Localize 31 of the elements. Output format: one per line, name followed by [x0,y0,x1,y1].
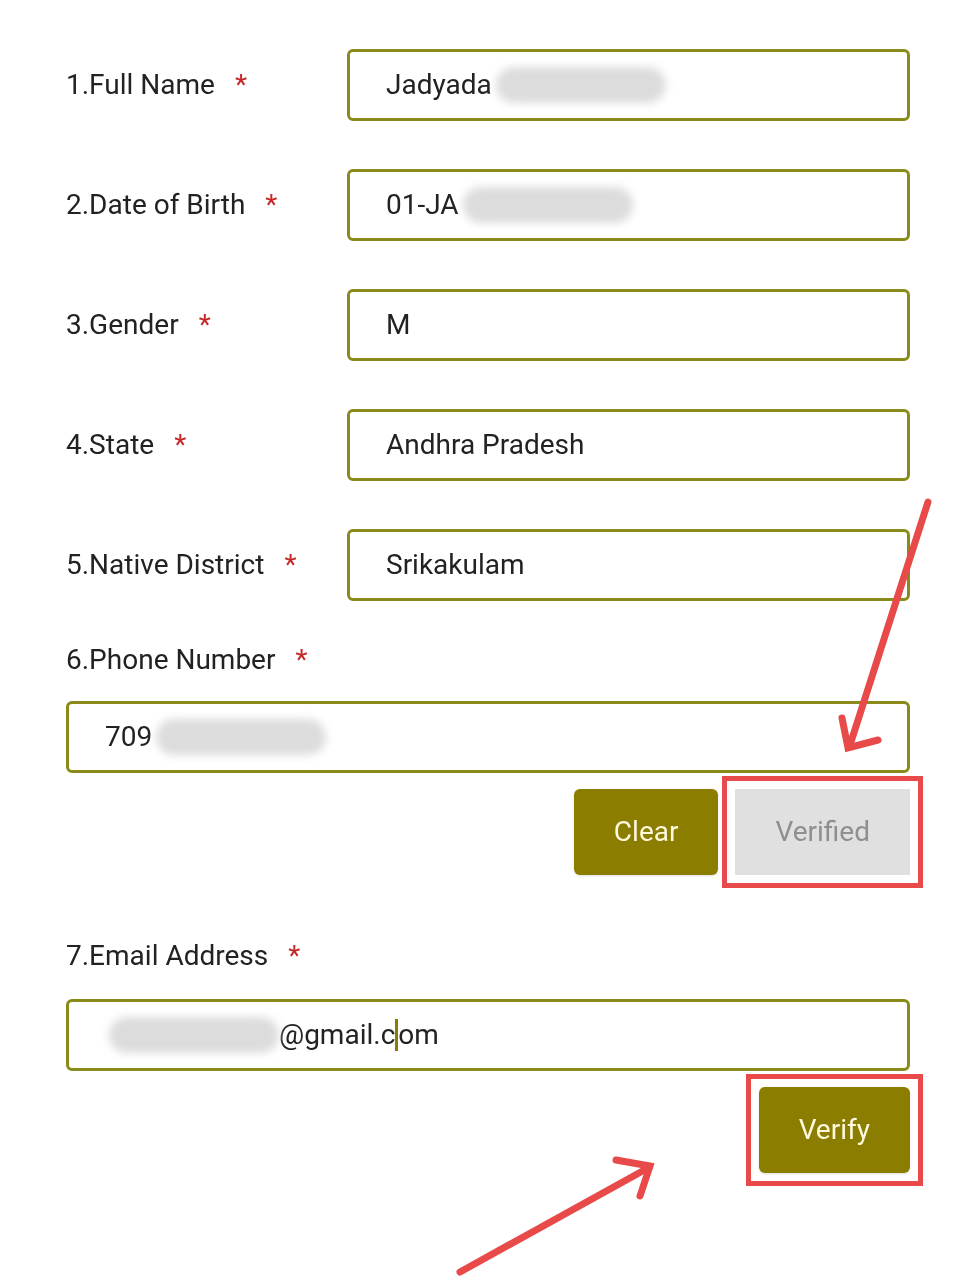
text-field[interactable]: 709 [66,701,910,773]
required-asterisk: * [265,187,278,223]
field-label: 3.Gender [66,307,179,343]
required-asterisk: * [198,307,211,343]
field-label: 4.State [66,427,155,463]
field-value: 01-JA [386,187,459,223]
required-asterisk: * [284,547,297,583]
field-label: 7.Email Address [66,938,269,974]
field-value: @gmail.com [279,1017,439,1053]
text-field[interactable]: @gmail.com [66,999,910,1071]
text-field[interactable]: 01-JA [347,169,910,241]
required-asterisk: * [174,427,187,463]
field-value: Jadyada [386,67,492,103]
required-asterisk: * [234,67,247,103]
field-value: M [386,307,411,343]
required-asterisk: * [288,938,301,974]
field-value: Srikakulam [386,547,525,583]
field-label: 5.Native District [66,547,265,583]
action-button[interactable]: Clear [573,789,719,875]
text-cursor [395,1019,399,1051]
required-asterisk: * [295,642,308,678]
field-value: 709 [105,719,153,755]
text-field[interactable]: Andhra Pradesh [347,409,910,481]
field-label: 1.Full Name [66,67,215,103]
field-label: 6.Phone Number [66,642,276,678]
field-value: Andhra Pradesh [386,427,585,463]
action-button[interactable]: Verify [758,1087,910,1173]
text-field[interactable]: M [347,289,910,361]
text-field[interactable]: Jadyada [347,49,910,121]
text-field[interactable]: Srikakulam [347,529,910,601]
field-label: 2.Date of Birth [66,187,246,223]
